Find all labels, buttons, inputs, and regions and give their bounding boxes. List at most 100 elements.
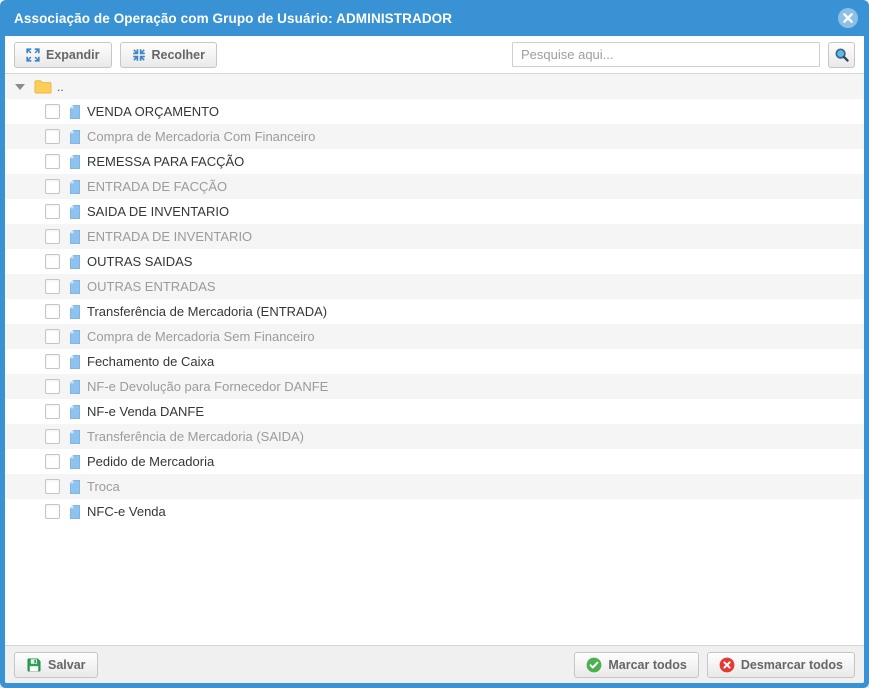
document-icon: [67, 404, 83, 420]
folder-icon: [34, 79, 52, 94]
save-button[interactable]: Salvar: [14, 652, 98, 678]
row-checkbox[interactable]: [45, 129, 60, 144]
check-all-label: Marcar todos: [608, 658, 687, 672]
search-icon: [834, 47, 850, 63]
expand-all-label: Expandir: [46, 48, 100, 62]
tree-row[interactable]: OUTRAS ENTRADAS: [5, 274, 864, 299]
document-icon: [67, 379, 83, 395]
tree-item-label: Compra de Mercadoria Com Financeiro: [87, 129, 315, 144]
tree-item-label: Fechamento de Caixa: [87, 354, 214, 369]
tree-row[interactable]: Compra de Mercadoria Com Financeiro: [5, 124, 864, 149]
tree-item-label: NF-e Devolução para Fornecedor DANFE: [87, 379, 328, 394]
tree-row[interactable]: NF-e Venda DANFE: [5, 399, 864, 424]
tree-row[interactable]: NF-e Devolução para Fornecedor DANFE: [5, 374, 864, 399]
dialog-titlebar: Associação de Operação com Grupo de Usuá…: [0, 0, 869, 36]
collapse-all-button[interactable]: Recolher: [120, 42, 218, 68]
row-checkbox[interactable]: [45, 404, 60, 419]
tree-row[interactable]: Pedido de Mercadoria: [5, 449, 864, 474]
tree-row[interactable]: VENDA ORÇAMENTO: [5, 99, 864, 124]
document-icon: [67, 129, 83, 145]
tree-item-label: ENTRADA DE INVENTARIO: [87, 229, 252, 244]
row-checkbox[interactable]: [45, 104, 60, 119]
tree-item-label: VENDA ORÇAMENTO: [87, 104, 219, 119]
tree-root-label: ..: [57, 80, 64, 94]
row-checkbox[interactable]: [45, 154, 60, 169]
close-button[interactable]: [837, 7, 859, 29]
row-checkbox[interactable]: [45, 229, 60, 244]
tree-row[interactable]: Compra de Mercadoria Sem Financeiro: [5, 324, 864, 349]
row-checkbox[interactable]: [45, 429, 60, 444]
document-icon: [67, 479, 83, 495]
tree-row[interactable]: Transferência de Mercadoria (SAIDA): [5, 424, 864, 449]
document-icon: [67, 254, 83, 270]
footer-toolbar: Salvar Marcar todos: [5, 645, 864, 683]
tree-row[interactable]: OUTRAS SAIDAS: [5, 249, 864, 274]
tree-row[interactable]: Troca: [5, 474, 864, 499]
tree-item-label: Transferência de Mercadoria (SAIDA): [87, 429, 304, 444]
tree-rows: VENDA ORÇAMENTO Compra de Mercadoria Com…: [5, 99, 864, 524]
row-checkbox[interactable]: [45, 204, 60, 219]
tree-row[interactable]: Transferência de Mercadoria (ENTRADA): [5, 299, 864, 324]
search-input[interactable]: [512, 42, 820, 67]
document-icon: [67, 454, 83, 470]
floppy-disk-icon: [26, 657, 42, 673]
close-icon: [837, 7, 859, 29]
document-icon: [67, 179, 83, 195]
tree-row[interactable]: ENTRADA DE INVENTARIO: [5, 224, 864, 249]
toolbar: Expandir Recolher: [5, 36, 864, 74]
operation-tree: .. VENDA ORÇAMENTO Compra de Mercadoria …: [5, 74, 864, 645]
document-icon: [67, 354, 83, 370]
row-checkbox[interactable]: [45, 479, 60, 494]
expand-all-button[interactable]: Expandir: [14, 42, 112, 68]
search-button[interactable]: [828, 42, 855, 68]
row-checkbox[interactable]: [45, 254, 60, 269]
dialog-window: Associação de Operação com Grupo de Usuá…: [0, 0, 869, 688]
row-checkbox[interactable]: [45, 454, 60, 469]
expand-icon: [26, 48, 40, 62]
document-icon: [67, 104, 83, 120]
uncheck-all-button[interactable]: Desmarcar todos: [707, 652, 855, 678]
document-icon: [67, 229, 83, 245]
document-icon: [67, 329, 83, 345]
check-all-button[interactable]: Marcar todos: [574, 652, 699, 678]
tree-item-label: Pedido de Mercadoria: [87, 454, 214, 469]
tree-expander-icon[interactable]: [15, 84, 25, 90]
tree-item-label: OUTRAS SAIDAS: [87, 254, 192, 269]
row-checkbox[interactable]: [45, 279, 60, 294]
tree-item-label: NFC-e Venda: [87, 504, 166, 519]
row-checkbox[interactable]: [45, 354, 60, 369]
tree-item-label: Compra de Mercadoria Sem Financeiro: [87, 329, 315, 344]
save-label: Salvar: [48, 658, 86, 672]
row-checkbox[interactable]: [45, 379, 60, 394]
collapse-icon: [132, 48, 146, 62]
uncheck-all-label: Desmarcar todos: [741, 658, 843, 672]
dialog-body: Expandir Recolher: [5, 36, 864, 683]
row-checkbox[interactable]: [45, 329, 60, 344]
row-checkbox[interactable]: [45, 179, 60, 194]
tree-row[interactable]: ENTRADA DE FACÇÃO: [5, 174, 864, 199]
document-icon: [67, 304, 83, 320]
document-icon: [67, 154, 83, 170]
document-icon: [67, 279, 83, 295]
dialog-title: Associação de Operação com Grupo de Usuá…: [14, 11, 837, 26]
tree-item-label: REMESSA PARA FACÇÃO: [87, 154, 244, 169]
tree-item-label: Troca: [87, 479, 120, 494]
tree-root-row[interactable]: ..: [5, 74, 864, 99]
document-icon: [67, 504, 83, 520]
tree-item-label: OUTRAS ENTRADAS: [87, 279, 216, 294]
tree-item-label: Transferência de Mercadoria (ENTRADA): [87, 304, 327, 319]
tree-item-label: ENTRADA DE FACÇÃO: [87, 179, 227, 194]
row-checkbox[interactable]: [45, 504, 60, 519]
tree-row[interactable]: Fechamento de Caixa: [5, 349, 864, 374]
tree-row[interactable]: NFC-e Venda: [5, 499, 864, 524]
collapse-all-label: Recolher: [152, 48, 206, 62]
tree-row[interactable]: REMESSA PARA FACÇÃO: [5, 149, 864, 174]
tree-item-label: SAIDA DE INVENTARIO: [87, 204, 229, 219]
tree-row[interactable]: SAIDA DE INVENTARIO: [5, 199, 864, 224]
footer-right-group: Marcar todos Desmarcar todos: [574, 652, 855, 678]
row-checkbox[interactable]: [45, 304, 60, 319]
check-circle-icon: [586, 657, 602, 673]
cross-circle-icon: [719, 657, 735, 673]
document-icon: [67, 204, 83, 220]
document-icon: [67, 429, 83, 445]
